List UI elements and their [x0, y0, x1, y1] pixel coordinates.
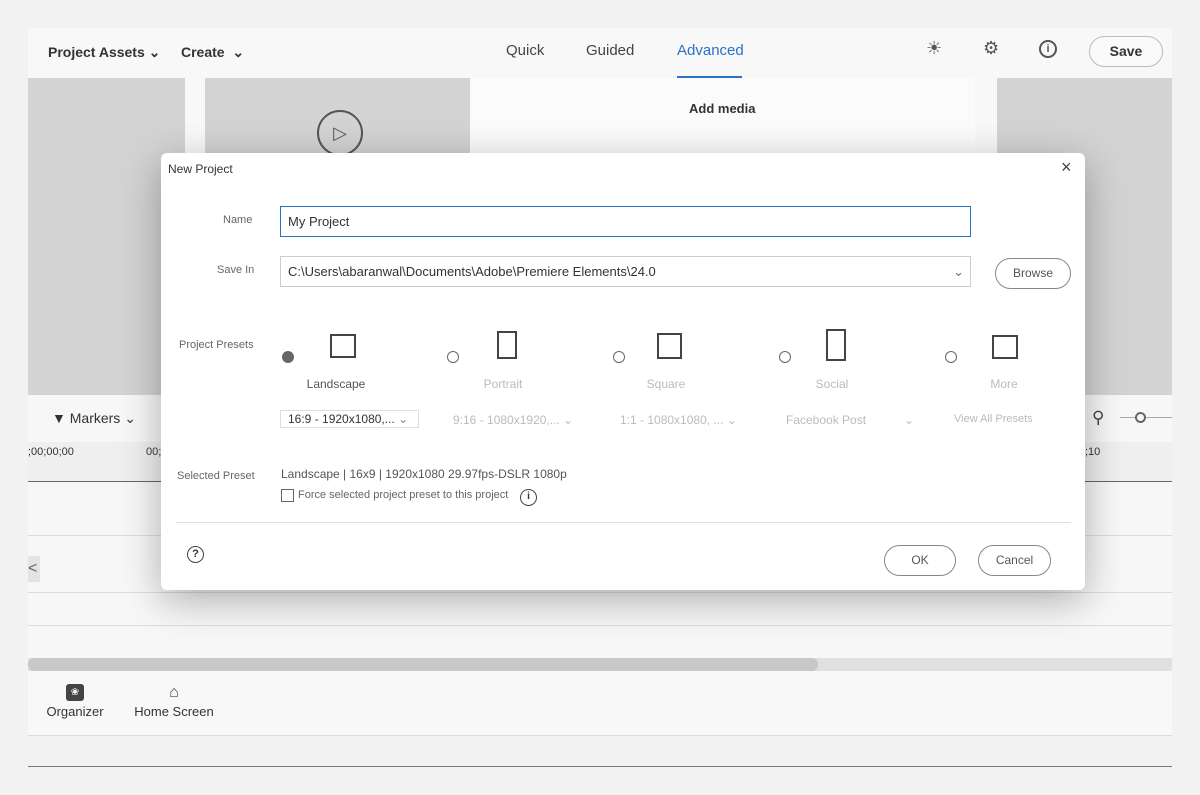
project-assets-label: Project Assets [48, 44, 145, 60]
portrait-label: Portrait [483, 377, 523, 391]
markers-label: Markers [69, 410, 121, 426]
collapse-button[interactable]: < [28, 556, 40, 582]
new-project-dialog: New Project × Name Save In C:\Users\abar… [161, 153, 1085, 590]
selected-preset-value: Landscape | 16x9 | 1920x1080 29.97fps-DS… [281, 467, 567, 481]
markers-menu[interactable]: ▼ Markers ⌄ [52, 410, 136, 427]
save-button[interactable]: Save [1089, 36, 1163, 67]
square-icon [657, 333, 682, 359]
horizontal-scrollbar[interactable] [28, 658, 1172, 671]
project-assets-menu[interactable]: Project Assets ⌄ [48, 44, 160, 61]
divider [176, 522, 1071, 523]
square-preset-select[interactable]: 1:1 - 1080x1080, ... ⌄ [620, 413, 737, 427]
organizer-label: Organizer [46, 704, 104, 719]
track-divider [28, 625, 1172, 626]
info-icon[interactable]: i [520, 489, 537, 506]
landscape-preset-select[interactable]: 16:9 - 1920x1080,... ⌄ [280, 410, 419, 428]
landscape-label: Landscape [306, 377, 366, 391]
track-divider [28, 592, 1172, 593]
ok-button[interactable]: OK [884, 545, 956, 576]
portrait-radio[interactable] [447, 351, 459, 363]
social-preset-select[interactable]: Facebook Post ⌄ [786, 413, 914, 427]
divider [28, 766, 1172, 767]
help-icon[interactable]: ? [187, 546, 204, 563]
save-in-value: C:\Users\abaranwal\Documents\Adobe\Premi… [288, 264, 656, 279]
close-icon[interactable]: × [1061, 157, 1072, 178]
scrollbar-thumb[interactable] [28, 658, 818, 671]
gear-icon[interactable]: ⚙ [983, 38, 999, 59]
timecode: 00; [146, 446, 162, 458]
dialog-title: New Project [168, 162, 233, 176]
add-media-title: Add media [689, 101, 756, 116]
save-in-label: Save In [217, 264, 255, 276]
more-radio[interactable] [945, 351, 957, 363]
landscape-icon [330, 334, 356, 358]
organizer-icon: ❀ [66, 684, 84, 701]
marker-icon: ▼ [52, 410, 66, 426]
project-presets-label: Project Presets [179, 339, 254, 351]
zoom-slider[interactable] [1120, 417, 1172, 418]
more-icon [992, 335, 1018, 359]
save-in-select[interactable]: C:\Users\abaranwal\Documents\Adobe\Premi… [280, 256, 971, 287]
social-option: Facebook Post [786, 413, 867, 427]
play-icon: ▷ [317, 110, 363, 156]
view-all-presets-link[interactable]: View All Presets [954, 413, 1033, 425]
portrait-option: 9:16 - 1080x1920,... [453, 413, 560, 427]
landscape-radio[interactable] [282, 351, 294, 363]
name-input[interactable] [280, 206, 971, 237]
landscape-option: 16:9 - 1920x1080,... [288, 412, 395, 426]
divider [28, 735, 1172, 736]
tab-advanced[interactable]: Advanced [677, 42, 744, 59]
zoom-out-icon[interactable]: ⚲ [1092, 408, 1104, 428]
brightness-icon[interactable]: ☀ [926, 38, 942, 59]
home-screen-label: Home Screen [134, 704, 214, 719]
force-preset-checkbox[interactable] [281, 489, 294, 502]
info-icon[interactable]: i [1039, 40, 1057, 58]
organizer-button[interactable]: ❀ Organizer [45, 684, 105, 719]
square-option: 1:1 - 1080x1080, ... [620, 413, 724, 427]
create-label: Create [181, 44, 225, 60]
square-label: Square [646, 377, 686, 391]
portrait-icon [497, 331, 517, 359]
social-label: Social [815, 377, 849, 391]
timecode: ;00;00;00 [28, 446, 74, 458]
tab-guided[interactable]: Guided [586, 42, 634, 59]
zoom-slider-handle[interactable] [1135, 412, 1146, 423]
browse-button[interactable]: Browse [995, 258, 1071, 289]
more-label: More [990, 377, 1018, 391]
social-radio[interactable] [779, 351, 791, 363]
force-preset-label: Force selected project preset to this pr… [298, 489, 509, 501]
home-icon: ⌂ [169, 684, 179, 701]
portrait-preset-select[interactable]: 9:16 - 1080x1920,... ⌄ [453, 413, 573, 427]
chevron-down-icon: ⌄ [148, 44, 161, 60]
name-label: Name [223, 214, 253, 226]
social-icon [826, 329, 846, 361]
square-radio[interactable] [613, 351, 625, 363]
selected-preset-label: Selected Preset [177, 470, 255, 482]
timecode: ;10 [1085, 446, 1101, 458]
chevron-down-icon: ⌄ [953, 264, 964, 279]
chevron-down-icon: ⌄ [232, 44, 245, 60]
create-menu[interactable]: Create ⌄ [181, 44, 244, 61]
cancel-button[interactable]: Cancel [978, 545, 1051, 576]
tab-quick[interactable]: Quick [506, 42, 544, 59]
home-screen-button[interactable]: ⌂ Home Screen [132, 684, 216, 719]
